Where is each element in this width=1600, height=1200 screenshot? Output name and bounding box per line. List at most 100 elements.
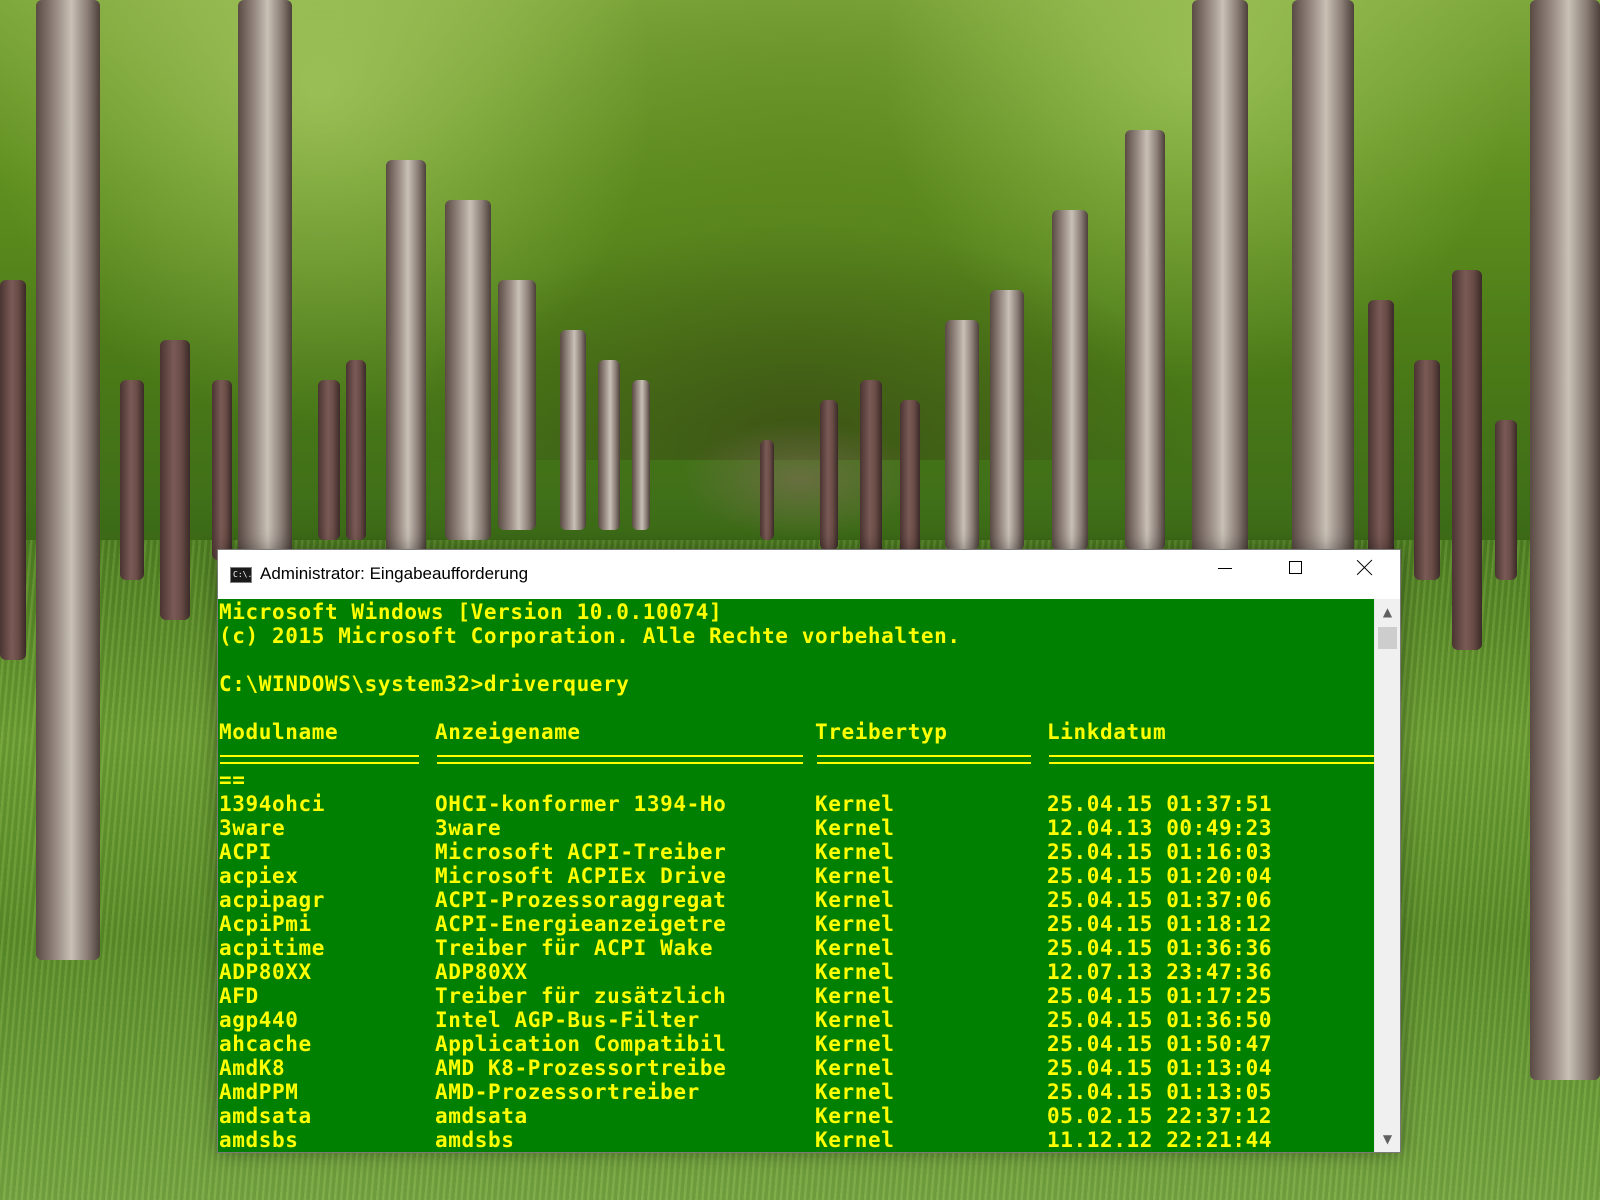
tree-trunk: [120, 380, 144, 580]
cell-treibertyp: Kernel: [815, 984, 895, 1008]
tree-trunk: [1292, 0, 1354, 560]
command-prompt-icon: C:\.: [230, 567, 252, 583]
scroll-down-arrow-icon[interactable]: ▼: [1375, 1128, 1400, 1150]
cell-anzeigename: AMD K8-Prozessortreibe: [435, 1056, 727, 1080]
cell-linkdatum: 25.04.15 01:20:04: [1047, 864, 1273, 888]
cell-modulname: ADP80XX: [219, 960, 312, 984]
cell-anzeigename: Treiber für zusätzlich: [435, 984, 727, 1008]
tree-trunk: [1530, 0, 1600, 1080]
separator-modulname: [220, 755, 419, 764]
tree-trunk: [1192, 0, 1248, 560]
table-row: AFD Treiber für zusätzlich Kernel 25.04.15 …: [219, 984, 1374, 1008]
tree-trunk: [212, 380, 232, 560]
tree-trunk: [560, 330, 586, 530]
cell-linkdatum: 05.02.15 22:37:12: [1047, 1104, 1273, 1128]
cell-linkdatum: 25.04.15 01:37:06: [1047, 888, 1273, 912]
tree-trunk: [318, 380, 340, 540]
cell-linkdatum: 25.04.15 01:36:36: [1047, 936, 1273, 960]
cell-linkdatum: 25.04.15 01:18:12: [1047, 912, 1273, 936]
cell-anzeigename: Intel AGP-Bus-Filter: [435, 1008, 700, 1032]
cell-treibertyp: Kernel: [815, 912, 895, 936]
close-icon: [1357, 559, 1373, 575]
cell-modulname: amdsata: [219, 1104, 312, 1128]
wallpaper-forest-depth: [680, 420, 920, 540]
tree-trunk: [238, 0, 292, 560]
cell-anzeigename: ACPI-Prozessoraggregat: [435, 888, 727, 912]
table-row: 3ware 3ware Kernel 12.04.13 00:49:23: [219, 816, 1374, 840]
column-header-treibertyp: Treibertyp: [815, 720, 948, 744]
cell-linkdatum: 12.07.13 23:47:36: [1047, 960, 1273, 984]
cell-modulname: agp440: [219, 1008, 299, 1032]
cell-modulname: AmdK8: [219, 1056, 286, 1080]
cell-linkdatum: 25.04.15 01:13:05: [1047, 1080, 1273, 1104]
separator-treibertyp: [817, 755, 1031, 764]
window-title: Administrator: Eingabeaufforderung: [260, 564, 529, 583]
tree-trunk: [1125, 130, 1165, 550]
cell-modulname: amdsbs: [219, 1128, 299, 1152]
cell-anzeigename: amdsbs: [435, 1128, 515, 1152]
cell-anzeigename: 3ware: [435, 816, 502, 840]
separator-wrap: ==: [219, 768, 246, 792]
tree-trunk: [860, 380, 882, 560]
tree-trunk: [945, 320, 979, 550]
cell-treibertyp: Kernel: [815, 864, 895, 888]
cell-anzeigename: Microsoft ACPIEx Drive: [435, 864, 727, 888]
prompt-line: C:\WINDOWS\system32>driverquery: [219, 672, 630, 696]
cell-treibertyp: Kernel: [815, 936, 895, 960]
cell-modulname: acpitime: [219, 936, 325, 960]
close-button[interactable]: [1330, 550, 1400, 584]
cell-treibertyp: Kernel: [815, 960, 895, 984]
tree-trunk: [760, 440, 774, 540]
table-row: amdsata amdsata Kernel 05.02.15 22:37:12: [219, 1104, 1374, 1128]
tree-trunk: [1052, 210, 1088, 550]
cell-modulname: ahcache: [219, 1032, 312, 1056]
cell-linkdatum: 25.04.15 01:17:25: [1047, 984, 1273, 1008]
table-row: ADP80XX ADP80XX Kernel 12.07.13 23:47:36: [219, 960, 1374, 984]
cell-modulname: acpipagr: [219, 888, 325, 912]
column-header-modulname: Modulname: [219, 720, 339, 744]
maximize-button[interactable]: [1260, 550, 1330, 584]
minimize-button[interactable]: [1190, 550, 1260, 584]
cell-modulname: 1394ohci: [219, 792, 325, 816]
cell-anzeigename: AMD-Prozessortreiber: [435, 1080, 700, 1104]
cell-treibertyp: Kernel: [815, 1080, 895, 1104]
separator-linkdatum: [1049, 755, 1374, 764]
cell-modulname: AFD: [219, 984, 259, 1008]
cell-modulname: acpiex: [219, 864, 299, 888]
cell-anzeigename: amdsata: [435, 1104, 528, 1128]
table-row: AcpiPmi ACPI-Energieanzeigetre Kernel 25.04…: [219, 912, 1374, 936]
tree-trunk: [990, 290, 1024, 550]
cell-linkdatum: 12.04.13 00:49:23: [1047, 816, 1273, 840]
tree-trunk: [498, 280, 536, 530]
cell-linkdatum: 25.04.15 01:50:47: [1047, 1032, 1273, 1056]
cell-treibertyp: Kernel: [815, 1128, 895, 1152]
table-row: ahcache Application Compatibil Kernel 25.04…: [219, 1032, 1374, 1056]
title-bar[interactable]: C:\. Administrator: Eingabeaufforderung: [218, 550, 1400, 599]
cell-treibertyp: Kernel: [815, 792, 895, 816]
table-separator: [219, 744, 1374, 768]
table-row: acpipagr ACPI-Prozessoraggregat Kernel 25.0…: [219, 888, 1374, 912]
cell-treibertyp: Kernel: [815, 1056, 895, 1080]
scroll-up-arrow-icon[interactable]: ▲: [1375, 601, 1400, 623]
tree-trunk: [632, 380, 650, 530]
cell-anzeigename: ACPI-Energieanzeigetre: [435, 912, 727, 936]
cell-treibertyp: Kernel: [815, 816, 895, 840]
cell-linkdatum: 25.04.15 01:13:04: [1047, 1056, 1273, 1080]
table-row: acpiex Microsoft ACPIEx Drive Kernel 25.04.…: [219, 864, 1374, 888]
cell-linkdatum: 25.04.15 01:36:50: [1047, 1008, 1273, 1032]
console-output[interactable]: Microsoft Windows [Version 10.0.10074] (…: [218, 599, 1374, 1152]
tree-trunk: [346, 360, 366, 540]
cell-modulname: 3ware: [219, 816, 286, 840]
table-row: agp440 Intel AGP-Bus-Filter Kernel 25.04.15…: [219, 1008, 1374, 1032]
cell-linkdatum: 25.04.15 01:37:51: [1047, 792, 1273, 816]
maximize-icon: [1288, 560, 1302, 574]
tree-trunk: [1452, 270, 1482, 650]
vertical-scrollbar[interactable]: ▲ ▼: [1374, 599, 1400, 1152]
cell-treibertyp: Kernel: [815, 888, 895, 912]
cell-treibertyp: Kernel: [815, 840, 895, 864]
tree-trunk: [820, 400, 838, 550]
console-window[interactable]: C:\. Administrator: Eingabeaufforderung …: [217, 549, 1401, 1153]
scroll-thumb[interactable]: [1378, 627, 1397, 649]
table-row: acpitime Treiber für ACPI Wake Kernel 25.04…: [219, 936, 1374, 960]
tree-trunk: [1368, 300, 1394, 560]
